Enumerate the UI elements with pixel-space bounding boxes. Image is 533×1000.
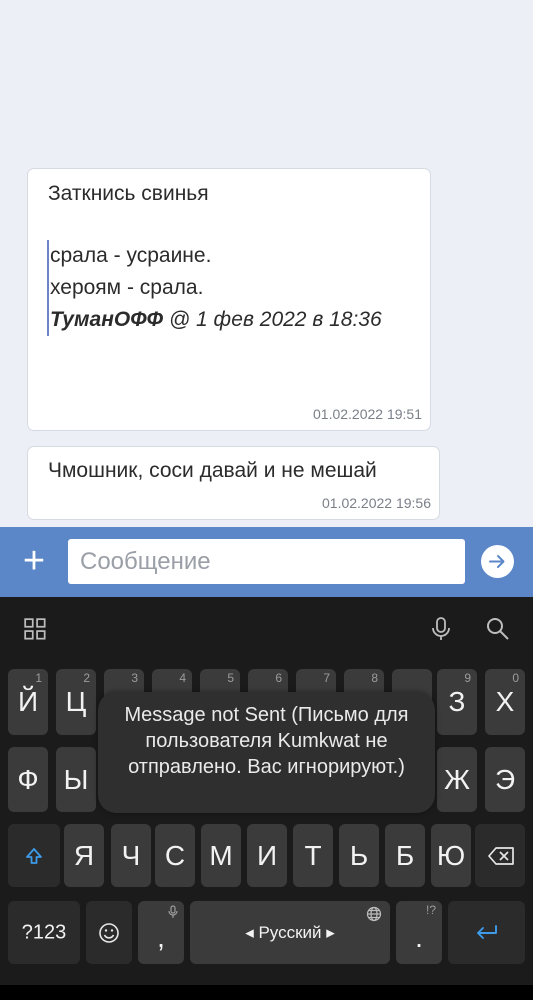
message-time: 01.02.2022 19:51 <box>313 406 422 422</box>
key-label: Ж <box>444 763 470 795</box>
key-ж[interactable]: Ж <box>437 747 477 812</box>
key-label: Я <box>73 839 95 871</box>
quote-line: срала - усраине. <box>50 244 212 267</box>
send-button[interactable] <box>481 545 514 578</box>
key-label: , <box>157 921 165 953</box>
key-label: ◂ Русский ▸ <box>245 922 335 942</box>
key-т[interactable]: Т <box>293 824 333 887</box>
comma-key[interactable]: , <box>138 901 184 964</box>
chat-area[interactable]: Заткнись свинья срала - усраине. хероям … <box>0 0 533 527</box>
key-label: Ы <box>63 763 89 795</box>
key-э[interactable]: Э <box>485 747 525 812</box>
key-hint: !? <box>425 903 436 917</box>
key-label: Ч <box>121 839 141 871</box>
quote-author: ТуманОФФ @ 1 фев 2022 в 18:36 <box>50 304 382 336</box>
globe-icon <box>366 906 382 922</box>
key-label: Ю <box>436 839 466 871</box>
key-ч[interactable]: Ч <box>111 824 151 887</box>
backspace-icon <box>488 846 514 865</box>
quote-line: хероям - срала. <box>50 276 204 299</box>
message-time: 01.02.2022 19:56 <box>322 495 431 511</box>
key-hint: 7 <box>323 671 330 685</box>
key-label: З <box>448 686 466 717</box>
quote-date: @ 1 фев 2022 в 18:36 <box>163 308 382 331</box>
key-label: Б <box>395 839 415 871</box>
key-hint: 0 <box>512 671 519 685</box>
message-bubble[interactable]: Заткнись свинья срала - усраине. хероям … <box>27 168 431 431</box>
enter-arrow-icon <box>477 924 497 939</box>
emoji-icon <box>99 922 119 943</box>
key-hint: 2 <box>83 671 90 685</box>
quote-author-name: ТуманОФФ <box>50 308 164 331</box>
key-label: Ь <box>349 839 369 871</box>
search-icon[interactable] <box>485 616 511 642</box>
key-ю[interactable]: Ю <box>431 824 471 887</box>
plus-icon[interactable]: + <box>18 542 50 580</box>
key-й[interactable]: 1Й <box>8 669 48 735</box>
key-ф[interactable]: Ф <box>8 747 48 812</box>
quoted-message: срала - усраине. хероям - срала. ТуманОФ… <box>47 240 382 336</box>
space-key[interactable]: ◂ Русский ▸ <box>190 901 390 964</box>
key-label: Й <box>17 686 39 717</box>
key-б[interactable]: Б <box>385 824 425 887</box>
shift-key[interactable] <box>8 824 60 887</box>
shift-arrow-icon <box>26 847 42 864</box>
key-ь[interactable]: Ь <box>339 824 379 887</box>
key-label: Ц <box>65 686 87 717</box>
backspace-key[interactable] <box>475 824 525 887</box>
key-label: И <box>256 839 278 871</box>
keyboard-toolbar <box>0 597 533 659</box>
key-я[interactable]: Я <box>64 824 104 887</box>
apps-grid-icon[interactable] <box>23 617 49 643</box>
microphone-hint-icon <box>168 905 178 918</box>
key-м[interactable]: М <box>201 824 241 887</box>
key-ц[interactable]: 2Ц <box>56 669 96 735</box>
enter-key[interactable] <box>448 901 525 964</box>
microphone-icon[interactable] <box>428 616 454 642</box>
key-з[interactable]: 9З <box>437 669 477 735</box>
key-hint: 4 <box>179 671 186 685</box>
send-arrow-icon <box>489 555 505 568</box>
message-composer: + <box>0 527 533 597</box>
key-с[interactable]: С <box>155 824 195 887</box>
emoji-key[interactable] <box>86 901 132 964</box>
key-х[interactable]: 0Х <box>485 669 525 735</box>
key-hint: 6 <box>275 671 282 685</box>
message-text: Чмошник, соси давай и не мешай <box>48 459 377 482</box>
period-key[interactable]: !?. <box>396 901 442 964</box>
key-label: Т <box>304 839 322 871</box>
message-bubble[interactable]: Чмошник, соси давай и не мешай 01.02.202… <box>27 446 440 520</box>
toast-notification: Message not Sent (Письмо для пользовател… <box>98 692 435 813</box>
key-label: Х <box>495 686 515 717</box>
key-label: . <box>415 921 423 953</box>
message-input[interactable] <box>68 539 465 584</box>
key-hint: 5 <box>227 671 234 685</box>
key-ы[interactable]: Ы <box>56 747 96 812</box>
numbers-key[interactable]: ?123 <box>8 901 80 964</box>
key-label: Ф <box>17 763 39 795</box>
key-hint: 3 <box>131 671 138 685</box>
key-label: Э <box>494 763 516 795</box>
message-text: Заткнись свинья <box>48 182 209 205</box>
key-label: С <box>164 839 186 871</box>
key-hint: 8 <box>371 671 378 685</box>
key-hint: 1 <box>35 671 42 685</box>
key-и[interactable]: И <box>247 824 287 887</box>
key-label: М <box>209 839 233 871</box>
key-hint: 9 <box>464 671 471 685</box>
key-label: ?123 <box>21 921 67 943</box>
system-nav-bar <box>0 985 533 1000</box>
